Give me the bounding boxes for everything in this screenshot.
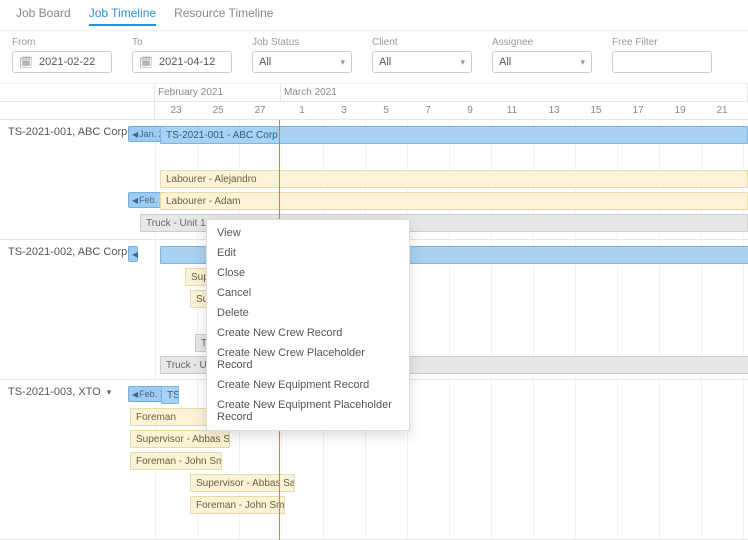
from-label: From	[12, 37, 112, 48]
resource-bar[interactable]: Foreman - John Smith	[190, 496, 285, 514]
timeline-day-row: 23 25 27 1 3 5 7 9 11 13 15 17 19 21 23 …	[0, 102, 748, 120]
free-label: Free Filter	[612, 37, 712, 48]
job-title: TS-2021-001, ABC Corp	[8, 126, 127, 138]
calendar-icon: 🗓	[19, 56, 33, 69]
menu-create-equipment-record[interactable]: Create New Equipment Record	[207, 375, 409, 395]
day-cell: 27	[239, 102, 281, 119]
chevron-left-icon: ◀	[132, 250, 138, 259]
day-cell: 7	[407, 102, 449, 119]
resource-bar[interactable]: Labourer - Alejandro	[160, 170, 748, 188]
assignee-select[interactable]: All ▾	[492, 51, 592, 73]
filter-assignee: Assignee All ▾	[492, 37, 592, 73]
client-select[interactable]: All ▾	[372, 51, 472, 73]
timeline: February 2021 March 2021 23 25 27 1 3 5 …	[0, 84, 748, 540]
timeline-month-row: February 2021 March 2021	[0, 84, 748, 102]
month-cell: February 2021	[155, 84, 281, 101]
calendar-icon: 🗓	[139, 56, 153, 69]
chevron-left-icon: ◀	[132, 130, 138, 139]
day-cell: 13	[533, 102, 575, 119]
month-cell: March 2021	[281, 84, 748, 101]
chevron-down-icon: ▾	[580, 57, 585, 68]
gutter	[0, 84, 155, 101]
menu-create-crew-record[interactable]: Create New Crew Record	[207, 323, 409, 343]
day-cell: 5	[365, 102, 407, 119]
to-label: To	[132, 37, 232, 48]
to-value: 2021-04-12	[159, 56, 215, 68]
status-label: Job Status	[252, 37, 352, 48]
to-date-input[interactable]: 🗓 2021-04-12	[132, 51, 232, 73]
chevron-down-icon: ▾	[107, 387, 112, 398]
date-tag[interactable]: ◀	[128, 246, 138, 262]
filter-status: Job Status All ▾	[252, 37, 352, 73]
from-value: 2021-02-22	[39, 56, 95, 68]
resource-bar[interactable]: Supervisor - Abbas Sarraf	[190, 474, 295, 492]
day-cell: 23	[743, 102, 748, 119]
chevron-down-icon: ▾	[460, 57, 465, 68]
context-menu: View Edit Close Cancel Delete Create New…	[206, 219, 410, 431]
filters-bar: From 🗓 2021-02-22 To 🗓 2021-04-12 Job St…	[0, 31, 748, 84]
chevron-left-icon: ◀	[132, 390, 138, 399]
free-filter-input[interactable]	[612, 51, 712, 73]
menu-close[interactable]: Close	[207, 263, 409, 283]
resource-bar[interactable]: Foreman	[130, 408, 210, 426]
day-cell: 1	[281, 102, 323, 119]
day-cell: 11	[491, 102, 533, 119]
menu-create-crew-placeholder[interactable]: Create New Crew Placeholder Record	[207, 343, 409, 375]
menu-view[interactable]: View	[207, 223, 409, 243]
tab-job-timeline[interactable]: Job Timeline	[89, 6, 156, 26]
filter-from: From 🗓 2021-02-22	[12, 37, 112, 73]
job-bar[interactable]: TS-	[161, 386, 179, 404]
assignee-label: Assignee	[492, 37, 592, 48]
resource-bar[interactable]: Supervisor - Abbas Sarraf	[130, 430, 230, 448]
filter-client: Client All ▾	[372, 37, 472, 73]
day-cell: 19	[659, 102, 701, 119]
chevron-down-icon: ▾	[340, 57, 345, 68]
tabs: Job Board Job Timeline Resource Timeline	[0, 0, 748, 31]
day-cell: 9	[449, 102, 491, 119]
menu-create-equipment-placeholder[interactable]: Create New Equipment Placeholder Record	[207, 395, 409, 427]
status-value: All	[259, 56, 271, 68]
job-title: TS-2021-003, XTO	[8, 386, 101, 398]
day-cell: 15	[575, 102, 617, 119]
tab-job-board[interactable]: Job Board	[16, 6, 71, 26]
menu-delete[interactable]: Delete	[207, 303, 409, 323]
day-cell: 3	[323, 102, 365, 119]
resource-bar[interactable]: Foreman - John Smith	[130, 452, 222, 470]
day-cell: 25	[197, 102, 239, 119]
filter-free: Free Filter	[612, 37, 712, 73]
day-cell: 17	[617, 102, 659, 119]
status-select[interactable]: All ▾	[252, 51, 352, 73]
client-value: All	[379, 56, 391, 68]
assignee-value: All	[499, 56, 511, 68]
job-title: TS-2021-002, ABC Corp	[8, 246, 127, 258]
day-cell: 23	[155, 102, 197, 119]
resource-bar[interactable]: Labourer - Adam	[160, 192, 748, 210]
gutter	[0, 102, 155, 119]
tab-resource-timeline[interactable]: Resource Timeline	[174, 6, 273, 26]
chevron-left-icon: ◀	[132, 196, 138, 205]
job-bar[interactable]: TS-2021-001 - ABC Corp	[160, 126, 748, 144]
day-cell: 21	[701, 102, 743, 119]
menu-cancel[interactable]: Cancel	[207, 283, 409, 303]
client-label: Client	[372, 37, 472, 48]
filter-to: To 🗓 2021-04-12	[132, 37, 232, 73]
menu-edit[interactable]: Edit	[207, 243, 409, 263]
from-date-input[interactable]: 🗓 2021-02-22	[12, 51, 112, 73]
